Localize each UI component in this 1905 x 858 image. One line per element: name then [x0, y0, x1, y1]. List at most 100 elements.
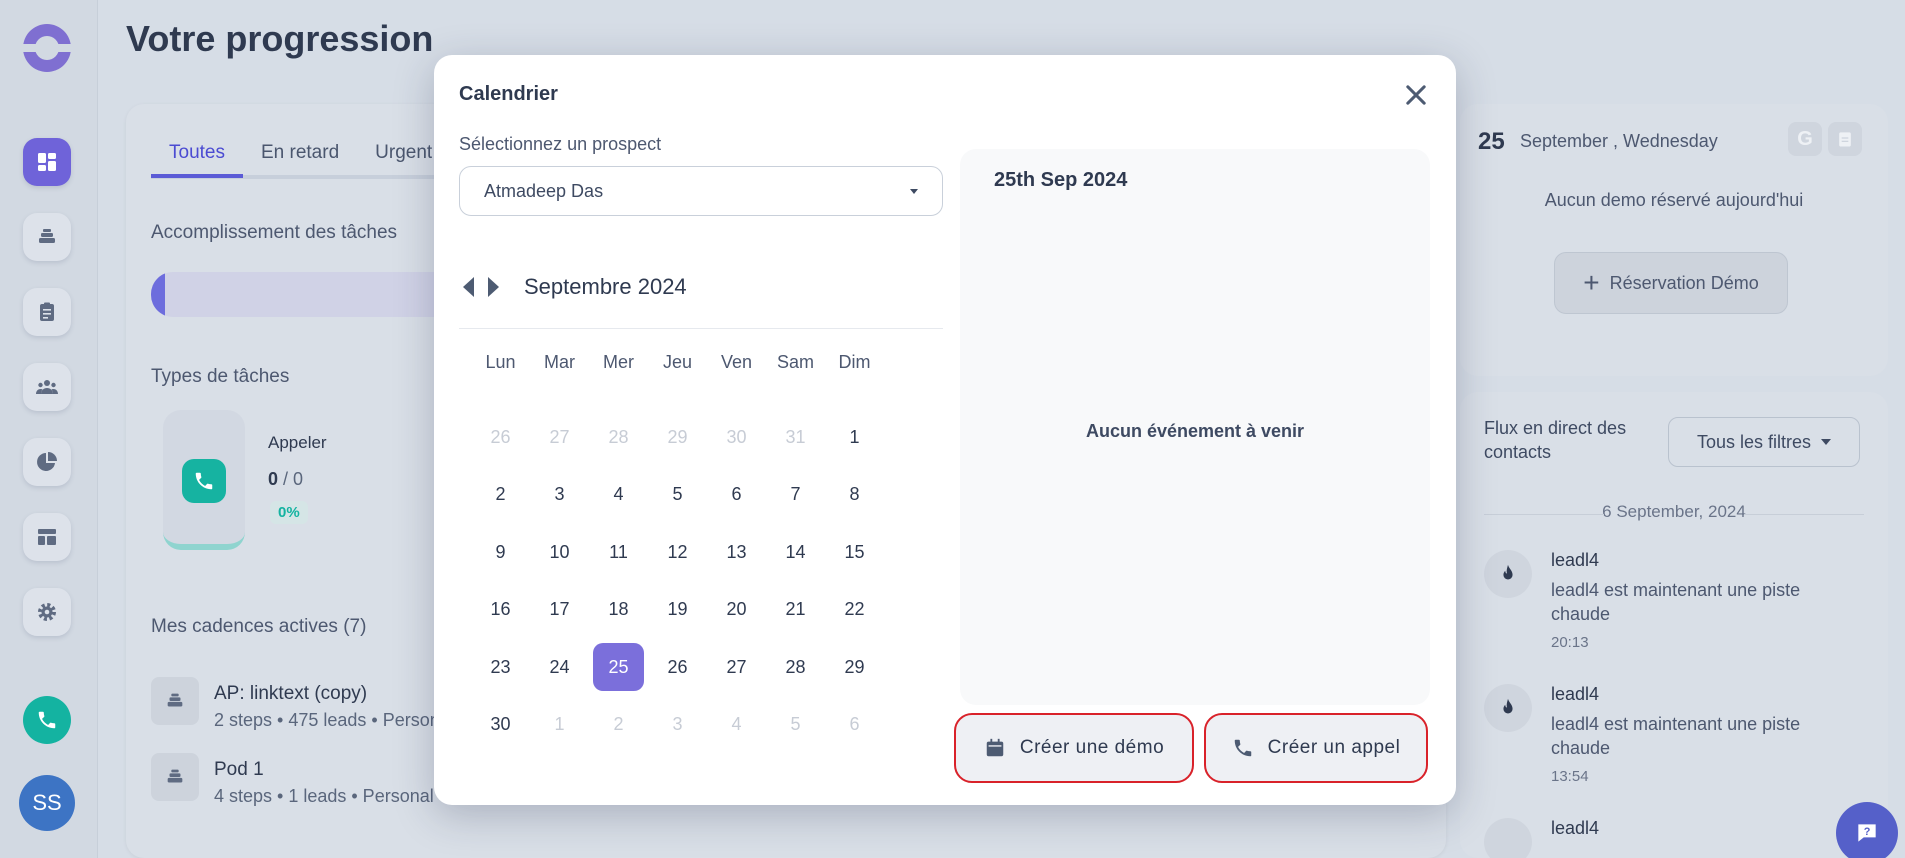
- calendar-day[interactable]: 14: [770, 528, 821, 576]
- filters-label: Tous les filtres: [1696, 431, 1812, 452]
- calendar-day[interactable]: 6: [711, 471, 762, 519]
- task-type-count: 0 / 0: [268, 469, 304, 489]
- calendar-day[interactable]: 12: [652, 528, 703, 576]
- calendar-day-selected[interactable]: 25: [593, 643, 644, 691]
- google-icon[interactable]: G: [1788, 122, 1822, 156]
- app-logo[interactable]: [21, 24, 73, 72]
- calendar-day[interactable]: 16: [475, 586, 526, 634]
- fire-icon: [1484, 684, 1532, 732]
- calendar-day[interactable]: 2: [475, 471, 526, 519]
- calendar-day[interactable]: 21: [770, 586, 821, 634]
- create-call-label: Créer un appel: [1267, 737, 1401, 758]
- fire-icon: [1484, 550, 1532, 598]
- calendar-day[interactable]: 27: [711, 643, 762, 691]
- calendar-day: 29: [667, 426, 688, 447]
- filters-dropdown[interactable]: Tous les filtres: [1668, 417, 1860, 467]
- today-date-text: September , Wednesday: [1520, 131, 1718, 151]
- sidebar: SS: [0, 0, 98, 858]
- calendar-day[interactable]: 17: [534, 586, 585, 634]
- live-feed-title: Flux en direct des contacts: [1484, 418, 1627, 462]
- calendar-day: 4: [731, 714, 742, 734]
- svg-text:?: ?: [1864, 826, 1871, 838]
- tab-toutes[interactable]: Toutes: [151, 138, 243, 178]
- create-demo-label: Créer une démo: [1019, 737, 1165, 758]
- calendar-day: 28: [608, 426, 629, 447]
- prospect-value: Atmadeep Das: [484, 180, 604, 201]
- prospect-select[interactable]: Atmadeep Das: [459, 166, 943, 216]
- phone-icon: [1234, 739, 1251, 757]
- today-day-number: 25: [1478, 128, 1505, 155]
- weekday-header: Sam: [776, 352, 814, 372]
- help-chat-icon[interactable]: ?: [1836, 802, 1898, 858]
- prev-month-icon[interactable]: [460, 275, 476, 299]
- create-call-button[interactable]: Créer un appel: [1204, 713, 1428, 783]
- clipboard-icon[interactable]: [1828, 122, 1862, 156]
- close-icon[interactable]: [1402, 81, 1430, 109]
- calendar-day[interactable]: 13: [711, 528, 762, 576]
- calendar-month-title: Septembre 2024: [524, 274, 687, 299]
- feed-lead-name: leadl4: [1551, 818, 1600, 838]
- calendar-day[interactable]: 29: [829, 643, 880, 691]
- phone-fab-icon[interactable]: [23, 696, 71, 744]
- no-events-text: Aucun événement à venir: [1085, 421, 1305, 441]
- cadence-title: AP: linktext (copy): [214, 683, 368, 704]
- calendar-day[interactable]: 3: [534, 471, 585, 519]
- book-demo-button[interactable]: + Réservation Démo: [1554, 252, 1788, 314]
- weekday-header: Lun: [485, 352, 516, 372]
- calendar-day: 31: [785, 426, 806, 447]
- calendar-day[interactable]: 18: [593, 586, 644, 634]
- task-types-label: Types de tâches: [151, 366, 290, 387]
- live-feed-panel: Flux en direct des contacts Tous les fil…: [1460, 392, 1888, 858]
- clipboard-nav-icon[interactable]: [23, 288, 71, 336]
- create-demo-button[interactable]: Créer une démo: [954, 713, 1194, 783]
- calendar-day[interactable]: 4: [593, 471, 644, 519]
- plus-icon: +: [1583, 267, 1600, 298]
- calendar-day[interactable]: 5: [652, 471, 703, 519]
- feed-lead-name: leadl4: [1551, 684, 1600, 704]
- settings-nav-icon[interactable]: [23, 588, 71, 636]
- phone-icon: [182, 459, 226, 503]
- dashboard-nav-icon[interactable]: [23, 138, 71, 186]
- calendar-day[interactable]: 24: [534, 643, 585, 691]
- calendar-day[interactable]: 30: [475, 701, 526, 749]
- calendar-day: 5: [790, 714, 801, 734]
- weekday-header: Dim: [838, 352, 871, 372]
- pie-chart-nav-icon[interactable]: [23, 438, 71, 486]
- weekday-header: Jeu: [662, 352, 693, 372]
- calendar-day[interactable]: 11: [593, 528, 644, 576]
- calendar-day[interactable]: 26: [652, 643, 703, 691]
- events-date: 25th Sep 2024: [994, 169, 1128, 191]
- calendar-day[interactable]: 22: [829, 586, 880, 634]
- team-nav-icon[interactable]: [23, 363, 71, 411]
- calendar-day[interactable]: 1: [829, 413, 880, 461]
- task-type-name: Appeler: [268, 433, 327, 452]
- calendar-day[interactable]: 10: [534, 528, 585, 576]
- calendar-day[interactable]: 23: [475, 643, 526, 691]
- calendar-day: 27: [549, 426, 570, 447]
- next-month-icon[interactable]: [486, 275, 502, 299]
- events-panel: 25th Sep 2024 Aucun événement à venir: [960, 149, 1430, 705]
- cadence-subtitle: 4 steps • 1 leads • Personal: [214, 786, 434, 806]
- cadence-title: Pod 1: [214, 759, 264, 780]
- calendar-day[interactable]: 28: [770, 643, 821, 691]
- feed-time: 20:13: [1551, 634, 1589, 651]
- weekday-header: Mer: [603, 352, 634, 372]
- calendar-day[interactable]: 15: [829, 528, 880, 576]
- calendar-day[interactable]: 7: [770, 471, 821, 519]
- calendar-day[interactable]: 8: [829, 471, 880, 519]
- cadence-subtitle: 2 steps • 475 leads • Personal: [214, 710, 454, 730]
- calendar-day[interactable]: 9: [475, 528, 526, 576]
- weekday-header: Ven: [720, 352, 753, 372]
- calendar-day[interactable]: 20: [711, 586, 762, 634]
- layout-nav-icon[interactable]: [23, 513, 71, 561]
- calendar-day: 3: [672, 714, 683, 734]
- user-avatar[interactable]: SS: [19, 775, 75, 831]
- calendar-modal: Calendrier Sélectionnez un prospect Atma…: [434, 55, 1456, 805]
- layers-nav-icon[interactable]: [23, 213, 71, 261]
- today-panel: 25 September , Wednesday G Aucun demo ré…: [1460, 104, 1888, 376]
- no-demo-text: Aucun demo réservé aujourd'hui: [1544, 190, 1804, 210]
- tab-en-retard[interactable]: En retard: [243, 138, 357, 178]
- layers-icon: [151, 677, 199, 725]
- caret-down-icon: [1821, 439, 1832, 445]
- calendar-day[interactable]: 19: [652, 586, 703, 634]
